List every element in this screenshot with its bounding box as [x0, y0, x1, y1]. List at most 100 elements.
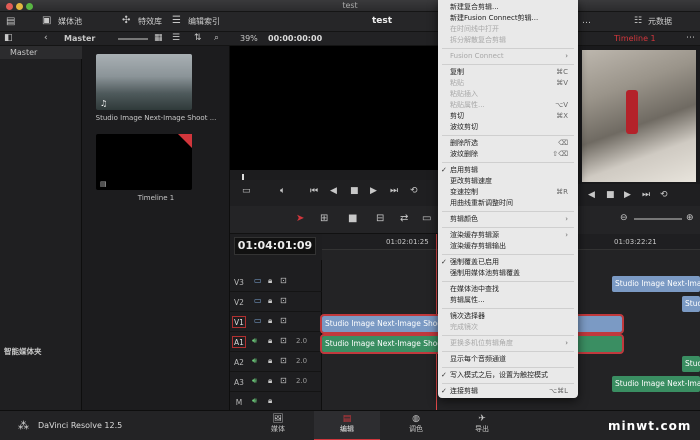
lock-icon[interactable]: 🔒︎ — [268, 296, 272, 306]
menu-item[interactable]: ✓ 启用剪辑 — [438, 165, 578, 176]
menu-item[interactable]: 渲染缓存剪辑源 › — [438, 230, 578, 241]
film-icon[interactable]: ▭ — [254, 276, 262, 285]
menu-item[interactable]: 用曲线重新调整时间 — [438, 198, 578, 209]
film-icon[interactable]: ▭ — [254, 296, 262, 305]
zoom-level[interactable]: 39% — [240, 34, 258, 43]
audio-clip-a3[interactable]: Studio Image Next-Image... — [612, 376, 700, 392]
music-note-icon: ♫ — [100, 99, 108, 108]
menu-item[interactable]: ✓ 强制覆盖已启用 — [438, 257, 578, 268]
jump-start-icon[interactable]: ⏮ — [310, 186, 318, 196]
lock-icon[interactable]: 🔒︎ — [268, 316, 272, 326]
play-icon-r[interactable]: ▶ — [624, 190, 631, 200]
track-v1[interactable]: V1 ▭ 🔒︎ ⊡ — [230, 312, 322, 332]
zoom-out-icon[interactable]: ⊖ — [620, 213, 628, 223]
track-m[interactable]: M 🔊︎ 🔒︎ — [230, 392, 322, 412]
lock-icon[interactable]: 🔒︎ — [268, 276, 272, 286]
menu-item[interactable]: 在媒体池中查找 — [438, 284, 578, 295]
track-a3[interactable]: A3 🔊︎ 🔒︎ ⊡ 2.0 — [230, 372, 322, 392]
zoom-in-icon[interactable]: ⊕ — [686, 213, 694, 223]
stop-icon-r[interactable]: ■ — [606, 190, 615, 200]
tab-deliver[interactable]: ✈︎ 导出 — [462, 414, 502, 434]
speaker-icon[interactable]: 🔊︎ — [252, 356, 257, 366]
timeline-name[interactable]: Timeline 1 — [614, 34, 656, 43]
lock-icon[interactable]: 🔒︎ — [268, 376, 272, 386]
play-reverse-icon-r[interactable]: ◀ — [588, 190, 595, 200]
trim-tool-icon[interactable]: ⊞ — [320, 213, 328, 224]
metadata-button[interactable]: 元数据 — [648, 16, 672, 27]
lock-icon[interactable]: 🔒︎ — [268, 336, 272, 346]
menu-item[interactable]: 强制用媒体池剪辑覆盖 — [438, 268, 578, 279]
zoom-slider[interactable] — [634, 218, 682, 220]
tab-edit[interactable]: ▤ 编辑 — [314, 411, 380, 440]
grid-view-icon[interactable]: ▦ — [154, 33, 163, 43]
selection-tool-icon[interactable]: ➤ — [296, 213, 304, 224]
clip-thumbnail[interactable]: ♫ — [96, 54, 192, 110]
viewer-scrubber[interactable] — [230, 170, 440, 180]
insert-clip-icon[interactable]: ⊟ — [376, 213, 384, 224]
effects-button[interactable]: 特效库 — [138, 16, 162, 27]
speaker-icon[interactable]: 🔊︎ — [252, 396, 257, 406]
thumb-size-slider[interactable] — [118, 38, 148, 40]
tab-media[interactable]: 🖼︎ 媒体 — [258, 414, 298, 434]
loop-icon-r[interactable]: ⟲ — [660, 190, 668, 200]
menu-item[interactable]: 镜次选择器 — [438, 311, 578, 322]
lock-icon[interactable]: 🔒︎ — [268, 356, 272, 366]
menu-item[interactable]: 新建Fusion Connect剪辑... — [438, 13, 578, 24]
menu-item[interactable]: 波纹删除 ⇧⌫ — [438, 149, 578, 160]
overwrite-clip-icon[interactable]: ⇄ — [400, 213, 408, 224]
audio-icon[interactable]: 🔈︎ — [280, 186, 285, 196]
video-clip-v2[interactable]: Studio Image... — [682, 296, 700, 312]
menu-item[interactable]: ✓ 写入模式之后，设置为触控模式 — [438, 370, 578, 381]
menu-item[interactable]: 更改剪辑速度 — [438, 176, 578, 187]
speaker-icon[interactable]: 🔊︎ — [252, 336, 257, 346]
menu-item[interactable]: 剪辑颜色 › — [438, 214, 578, 225]
replace-clip-icon[interactable]: ▭ — [422, 213, 431, 224]
auto-select-icon[interactable]: ⊡ — [280, 336, 287, 345]
auto-select-icon[interactable]: ⊡ — [280, 356, 287, 365]
menu-item[interactable]: 渲染缓存剪辑输出 — [438, 241, 578, 252]
menu-item[interactable]: ✓ 连接剪辑 ⌥⌘L — [438, 386, 578, 397]
play-icon[interactable]: ▶ — [370, 186, 377, 196]
play-reverse-icon[interactable]: ◀ — [330, 186, 337, 196]
timeline-thumbnail[interactable]: ▤ — [96, 134, 192, 190]
menu-item[interactable]: 剪辑属性... — [438, 295, 578, 306]
viewer-mode-icon[interactable]: ▭ — [242, 186, 251, 196]
menu-item[interactable]: 波纹剪切 — [438, 122, 578, 133]
track-a1[interactable]: A1 🔊︎ 🔒︎ ⊡ 2.0 — [230, 332, 322, 352]
back-icon[interactable]: ‹ — [44, 33, 48, 43]
auto-select-icon[interactable]: ⊡ — [280, 276, 287, 285]
menu-item[interactable]: 显示每个音频通道 — [438, 354, 578, 365]
tab-color[interactable]: ◍ 调色 — [396, 414, 436, 434]
options-icon[interactable]: ⋯ — [686, 33, 695, 43]
speaker-icon[interactable]: 🔊︎ — [252, 376, 257, 386]
stop-icon[interactable]: ■ — [350, 186, 359, 196]
menu-item[interactable]: 新建复合剪辑... — [438, 2, 578, 13]
search-icon[interactable]: ⌕ — [214, 33, 219, 43]
track-v3[interactable]: V3 ▭ 🔒︎ ⊡ — [230, 272, 322, 292]
track-v2[interactable]: V2 ▭ 🔒︎ ⊡ — [230, 292, 322, 312]
film-icon[interactable]: ▭ — [254, 316, 262, 325]
media-pool-button[interactable]: 媒体池 — [58, 16, 82, 27]
jump-end-icon-r[interactable]: ⏭ — [642, 190, 650, 200]
menu-item[interactable]: 剪切 ⌘X — [438, 111, 578, 122]
sort-icon[interactable]: ⇅ — [194, 33, 202, 43]
blade-tool-icon[interactable]: ■ — [348, 213, 357, 224]
audio-clip-a2[interactable]: Studio Image... — [682, 356, 700, 372]
menu-item[interactable]: 删除所选 ⌫ — [438, 138, 578, 149]
bin-master[interactable]: Master — [0, 46, 82, 59]
panel-icon[interactable]: ▤ — [6, 16, 15, 27]
menu-item[interactable]: 变速控制 ⌘R — [438, 187, 578, 198]
jump-end-icon[interactable]: ⏭ — [390, 186, 398, 196]
view-toggle-icon[interactable]: ◧ — [4, 33, 13, 43]
lock-icon[interactable]: 🔒︎ — [268, 396, 272, 406]
more-icon[interactable]: … — [582, 16, 591, 26]
edit-index-button[interactable]: 编辑索引 — [188, 16, 220, 27]
auto-select-icon[interactable]: ⊡ — [280, 296, 287, 305]
loop-icon[interactable]: ⟲ — [410, 186, 418, 196]
track-a2[interactable]: A2 🔊︎ 🔒︎ ⊡ 2.0 — [230, 352, 322, 372]
video-clip-v3[interactable]: Studio Image Next-Image... — [612, 276, 700, 292]
list-view-icon[interactable]: ☰ — [172, 33, 180, 43]
menu-item[interactable]: 复制 ⌘C — [438, 67, 578, 78]
auto-select-icon[interactable]: ⊡ — [280, 316, 287, 325]
auto-select-icon[interactable]: ⊡ — [280, 376, 287, 385]
